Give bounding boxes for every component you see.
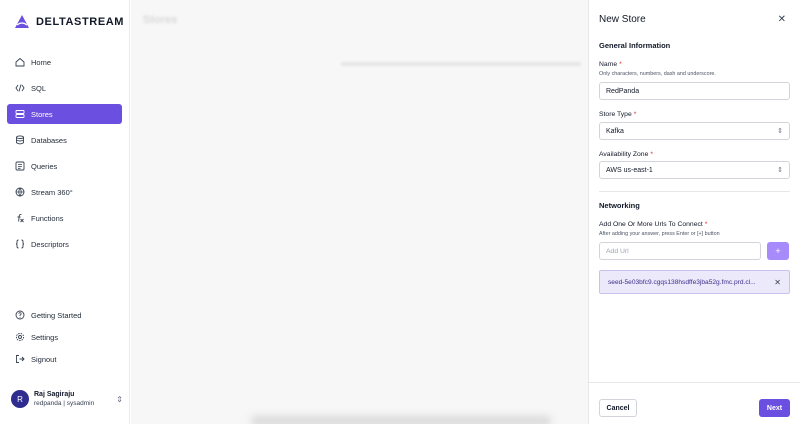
required-marker: *	[704, 221, 708, 228]
required-marker: *	[650, 151, 654, 158]
page-title: Stores	[143, 14, 178, 26]
database-icon	[16, 135, 24, 145]
name-input[interactable]: RedPanda	[599, 82, 790, 100]
name-help-text: Only characters, numbers, dash and under…	[599, 71, 716, 77]
sidebar-item-label: Settings	[31, 332, 59, 342]
user-profile[interactable]: R Raj Sagiraju redpanda | sysadmin ⇕	[11, 390, 123, 408]
next-button[interactable]: Next	[759, 399, 790, 417]
close-icon[interactable]: ✕	[778, 14, 786, 25]
availability-zone-select[interactable]: AWS us-east-1 ⇕	[599, 161, 790, 179]
sidebar-item-home[interactable]: Home	[7, 52, 122, 72]
sidebar-nav: Home SQL Stores Databases Queries Stream…	[7, 52, 122, 260]
chevron-up-down-icon: ⇕	[777, 128, 783, 135]
urls-label: Add One Or More Urls To Connect *	[599, 221, 707, 228]
sidebar-item-signout[interactable]: Signout	[7, 349, 122, 369]
urls-label-text: Add One Or More Urls To Connect	[599, 221, 703, 228]
sidebar-bottom-nav: Getting Started Settings Signout	[7, 305, 122, 371]
sidebar-item-descriptors[interactable]: Descriptors	[7, 234, 122, 254]
add-url-input[interactable]: Add Url	[599, 242, 761, 260]
sidebar-item-label: Stream 360°	[31, 187, 73, 197]
home-icon	[15, 57, 25, 67]
sidebar-item-getting-started[interactable]: Getting Started	[7, 305, 122, 325]
sidebar-item-label: Getting Started	[31, 310, 82, 320]
cancel-button[interactable]: Cancel	[599, 399, 637, 417]
add-url-placeholder: Add Url	[606, 247, 629, 255]
user-info: Raj Sagiraju redpanda | sysadmin	[34, 391, 94, 407]
code-icon	[15, 84, 25, 92]
new-store-drawer: New Store ✕ General Information Name * On…	[588, 0, 800, 424]
sidebar-item-sql[interactable]: SQL	[7, 78, 122, 98]
blurred-shadow	[251, 416, 551, 424]
drawer-footer: Cancel Next	[589, 382, 800, 424]
deltastream-logo-icon	[15, 15, 29, 28]
brand-name: DeltaStream	[36, 16, 125, 28]
blurred-hint-text	[341, 62, 581, 66]
sidebar-item-queries[interactable]: Queries	[7, 156, 122, 176]
signout-icon	[16, 355, 25, 363]
stores-icon	[15, 110, 25, 118]
sidebar-item-label: Queries	[31, 161, 58, 171]
chevron-up-down-icon: ⇕	[777, 167, 783, 174]
gear-icon	[15, 332, 25, 342]
url-chip: seed-5e03bfc9.cgqs138hsdffe3jba52g.fmc.p…	[599, 270, 790, 294]
required-marker: *	[633, 111, 637, 118]
drawer-title: New Store	[599, 14, 646, 25]
add-url-button[interactable]: +	[767, 242, 789, 260]
sidebar-item-stream-360[interactable]: Stream 360°	[7, 182, 122, 202]
sidebar-item-settings[interactable]: Settings	[7, 327, 122, 347]
networking-heading: Networking	[599, 201, 640, 210]
required-marker: *	[619, 61, 622, 68]
sidebar-item-label: Databases	[31, 135, 67, 145]
main-content: Stores	[131, 0, 588, 424]
braces-icon	[15, 239, 25, 249]
sidebar-item-label: Stores	[31, 109, 53, 119]
general-information-heading: General Information	[599, 41, 671, 50]
help-icon	[15, 310, 25, 320]
store-type-label: Store Type *	[599, 111, 636, 118]
globe-icon	[15, 187, 25, 197]
sidebar: DeltaStream Home SQL Stores Databases Qu…	[0, 0, 130, 424]
section-divider	[599, 191, 790, 192]
store-type-value: Kafka	[606, 127, 624, 135]
sidebar-item-label: Functions	[31, 213, 64, 223]
user-name: Raj Sagiraju	[34, 391, 75, 398]
name-label-text: Name	[599, 61, 618, 68]
availability-zone-label-text: Availability Zone	[599, 151, 649, 158]
sidebar-item-stores[interactable]: Stores	[7, 104, 122, 124]
store-type-label-text: Store Type	[599, 111, 632, 118]
function-icon	[17, 213, 24, 223]
sidebar-item-label: Descriptors	[31, 239, 69, 249]
availability-zone-label: Availability Zone *	[599, 151, 653, 158]
logo[interactable]: DeltaStream	[14, 14, 124, 30]
sidebar-item-label: Signout	[31, 354, 57, 364]
sidebar-item-databases[interactable]: Databases	[7, 130, 122, 150]
chevron-up-down-icon[interactable]: ⇕	[116, 395, 123, 404]
user-org-role: redpanda | sysadmin	[34, 400, 95, 407]
store-type-select[interactable]: Kafka ⇕	[599, 122, 790, 140]
remove-url-icon[interactable]: ✕	[774, 278, 781, 287]
queries-icon	[15, 161, 25, 171]
name-input-value: RedPanda	[606, 87, 640, 95]
sidebar-item-label: SQL	[31, 83, 47, 93]
name-label: Name *	[599, 61, 622, 68]
sidebar-item-functions[interactable]: Functions	[7, 208, 122, 228]
availability-zone-value: AWS us-east-1	[606, 166, 653, 174]
sidebar-item-label: Home	[31, 57, 52, 67]
urls-help-text: After adding your answer, press Enter or…	[599, 231, 720, 237]
url-chip-text: seed-5e03bfc9.cgqs138hsdffe3jba52g.fmc.p…	[608, 278, 756, 286]
avatar: R	[11, 390, 29, 408]
